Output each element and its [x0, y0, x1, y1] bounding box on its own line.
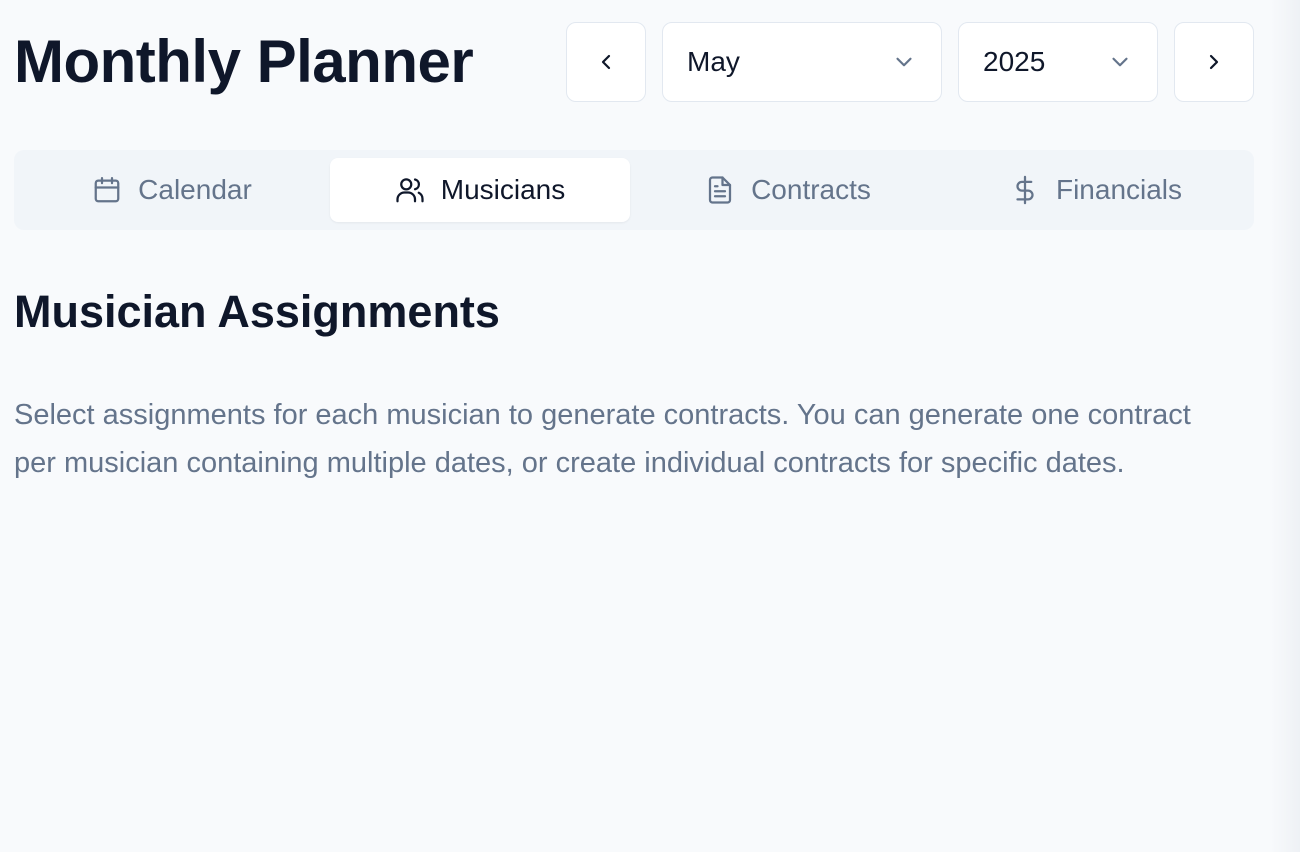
chevron-down-icon	[896, 57, 912, 67]
document-icon	[708, 176, 732, 204]
tab-label: Contracts	[751, 174, 871, 205]
page: Monthly Planner May 2025 Calendar Musici…	[14, 0, 1254, 852]
tab-contracts[interactable]: Contracts	[638, 158, 938, 222]
tab-bar: Calendar Musicians Contracts Financials	[14, 150, 1254, 230]
chevron-left-icon	[601, 54, 611, 70]
tab-financials[interactable]: Financials	[946, 158, 1246, 222]
chevron-right-icon	[1209, 54, 1219, 70]
chevron-down-icon	[1112, 57, 1128, 67]
dollar-icon	[1016, 175, 1034, 205]
section-description: Select assignments for each musician to …	[14, 399, 1191, 479]
calendar-icon	[94, 177, 120, 203]
tab-calendar[interactable]: Calendar	[22, 158, 322, 222]
scrollbar-gutter	[1270, 0, 1300, 852]
next-month-button[interactable]	[1174, 22, 1254, 102]
page-title: Monthly Planner	[14, 28, 474, 95]
month-select[interactable]: May	[662, 22, 942, 102]
tab-musicians[interactable]: Musicians	[330, 158, 630, 222]
previous-month-button[interactable]	[566, 22, 646, 102]
header: Monthly Planner May 2025	[14, 22, 1254, 102]
tab-label: Financials	[1055, 174, 1183, 205]
section-title: Musician Assignments	[14, 286, 500, 337]
year-select[interactable]: 2025	[958, 22, 1158, 102]
tab-label: Musicians	[440, 174, 566, 205]
year-select-value: 2025	[983, 46, 1046, 77]
tab-label: Calendar	[138, 174, 252, 205]
month-select-value: May	[687, 46, 740, 77]
users-icon	[396, 178, 424, 203]
